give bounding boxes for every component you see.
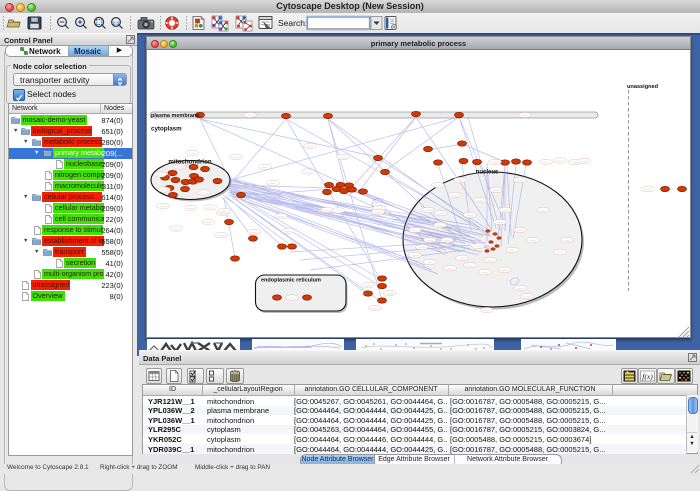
svg-text:nucleus: nucleus — [476, 170, 499, 176]
svg-text:plasma membrane: plasma membrane — [151, 113, 199, 119]
svg-text:1:1: 1:1 — [113, 20, 120, 25]
svg-text:mitochondrion: mitochondrion — [168, 159, 212, 166]
svg-text:f(x): f(x) — [642, 372, 653, 381]
svg-text:Search:: Search: — [278, 18, 307, 28]
svg-text:cytoplasm: cytoplasm — [151, 126, 182, 133]
svg-text:unassigned: unassigned — [627, 84, 659, 90]
svg-text:endoplasmic reticulum: endoplasmic reticulum — [261, 278, 321, 284]
